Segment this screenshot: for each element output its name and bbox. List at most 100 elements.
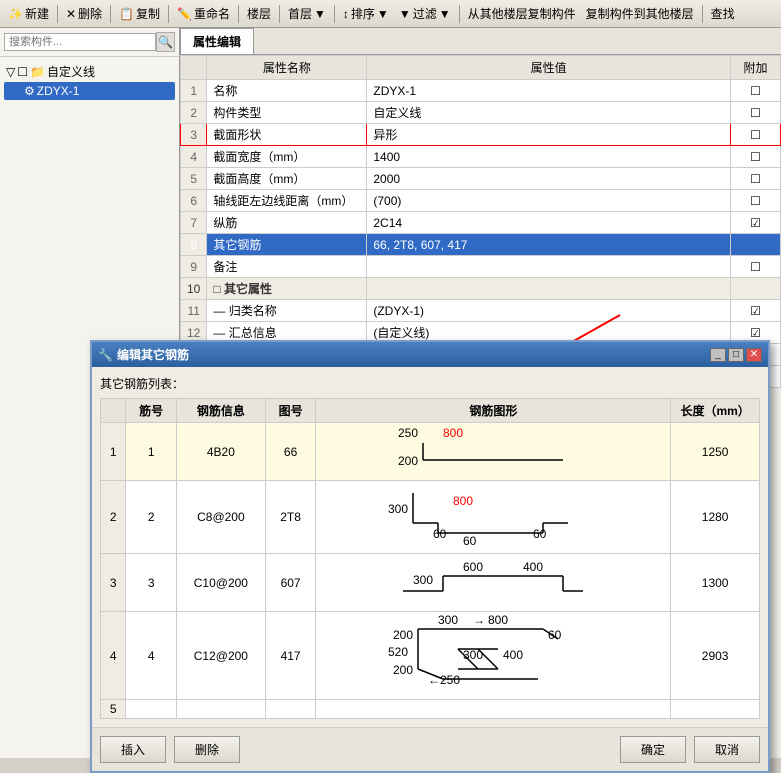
footer-left-buttons: 插入 删除 [100, 736, 240, 763]
filter-button[interactable]: ▼ 过滤 ▼ [395, 3, 455, 24]
svg-text:→: → [473, 613, 485, 627]
rebar-table-row[interactable]: 33C10@200607 300 600 400 1300 [101, 554, 760, 612]
sort-button[interactable]: ↕ 排序 ▼ [339, 3, 393, 24]
row-number: 9 [181, 256, 207, 278]
property-table: 属性名称 属性值 附加 1名称ZDYX-1☐2构件类型自定义线☐3截面形状异形☐… [180, 55, 781, 388]
dialog-titlebar: 🔧 编辑其它钢筋 _ □ ✕ [92, 342, 768, 367]
prop-table-row[interactable]: 5截面高度（mm）2000☐ [181, 168, 781, 190]
dialog-close-button[interactable]: ✕ [746, 348, 762, 362]
row-attach-checkbox[interactable] [731, 234, 781, 256]
dialog-maximize-button[interactable]: □ [728, 348, 744, 362]
row-attach-checkbox[interactable]: ☐ [731, 190, 781, 212]
row-attach-checkbox[interactable]: ☐ [731, 124, 781, 146]
prop-table-row[interactable]: 11 — 归类名称(ZDYX-1)☑ [181, 300, 781, 322]
row-attach-checkbox[interactable]: ☐ [731, 256, 781, 278]
row-prop-value[interactable]: 自定义线 [367, 102, 731, 124]
rebar-table-row[interactable]: 114B2066 800 250 200 1250 [101, 423, 760, 481]
prop-table-row[interactable]: 2构件类型自定义线☐ [181, 102, 781, 124]
prop-table-row[interactable]: 9备注☐ [181, 256, 781, 278]
rebar-row-number: 5 [101, 700, 126, 719]
sort-icon: ↕ [343, 7, 349, 21]
row-prop-value[interactable]: (ZDYX-1) [367, 300, 731, 322]
copy-from-floor-button[interactable]: 从其他楼层复制构件 [464, 3, 580, 24]
prop-table-row[interactable]: 6轴线距左边线距离（mm）(700)☐ [181, 190, 781, 212]
sep3 [168, 5, 169, 23]
find-button[interactable]: 查找 [707, 3, 739, 24]
prop-table-row[interactable]: 10□ 其它属性 [181, 278, 781, 300]
rebar-info: C10@200 [177, 554, 266, 612]
delete-rebar-button[interactable]: 删除 [174, 736, 240, 763]
row-attach-checkbox[interactable]: ☑ [731, 212, 781, 234]
rebar-table-row[interactable]: 44C12@200417 300 → 800 200 60 520 300 40… [101, 612, 760, 700]
rebar-col-shape-header: 钢筋图形 [316, 399, 671, 423]
rebar-jinhao: 1 [126, 423, 177, 481]
edit-rebar-dialog: 🔧 编辑其它钢筋 _ □ ✕ 其它钢筋列表： 筋号 钢筋信息 图号 钢筋图形 长… [90, 340, 770, 773]
rebar-tuhao: 66 [265, 423, 316, 481]
row-prop-value[interactable]: 66, 2T8, 607, 417 [367, 234, 731, 256]
confirm-button[interactable]: 确定 [620, 736, 686, 763]
search-input[interactable] [4, 33, 156, 51]
search-button[interactable]: 🔍 [156, 32, 175, 52]
row-prop-value[interactable]: (700) [367, 190, 731, 212]
svg-text:60: 60 [548, 628, 562, 642]
prop-table-row[interactable]: 7纵筋2C14☑ [181, 212, 781, 234]
row-attach-checkbox[interactable]: ☐ [731, 168, 781, 190]
row-prop-value[interactable]: 1400 [367, 146, 731, 168]
rebar-col-info-header: 钢筋信息 [177, 399, 266, 423]
copy-to-floor-button[interactable]: 复制构件到其他楼层 [582, 3, 698, 24]
row-prop-value[interactable]: 异形 [367, 124, 731, 146]
rebar-table-row[interactable]: 5 [101, 700, 760, 719]
rename-button[interactable]: ✏️ 重命名 [173, 3, 234, 24]
rebar-jinhao: 4 [126, 612, 177, 700]
cancel-button[interactable]: 取消 [694, 736, 760, 763]
prop-table-row[interactable]: 1名称ZDYX-1☐ [181, 80, 781, 102]
rebar-tuhao: 2T8 [265, 481, 316, 554]
copy-button[interactable]: 📋 复制 [115, 3, 164, 24]
rebar-row-number: 4 [101, 612, 126, 700]
row-number: 1 [181, 80, 207, 102]
prop-table-row[interactable]: 3截面形状异形☐ [181, 124, 781, 146]
row-number: 10 [181, 278, 207, 300]
svg-text:520: 520 [388, 645, 408, 659]
rebar-row-number: 3 [101, 554, 126, 612]
row-attach-checkbox[interactable] [731, 278, 781, 300]
row-attach-checkbox[interactable]: ☐ [731, 80, 781, 102]
row-prop-name: 构件类型 [207, 102, 367, 124]
tree-folder-icon: 📁 [30, 65, 45, 79]
rebar-row-number: 1 [101, 423, 126, 481]
copy-icon: 📋 [119, 7, 134, 21]
svg-text:800: 800 [488, 613, 508, 627]
tree-expand-icon: ▽ [6, 65, 15, 79]
floor-button[interactable]: 楼层 [243, 3, 275, 24]
row-prop-value[interactable]: 2C14 [367, 212, 731, 234]
rebar-row-number: 2 [101, 481, 126, 554]
rebar-table-row[interactable]: 22C8@2002T8 300 800 60 60 60 1280 [101, 481, 760, 554]
rebar-info: C8@200 [177, 481, 266, 554]
row-attach-checkbox[interactable]: ☐ [731, 146, 781, 168]
row-prop-value[interactable]: 2000 [367, 168, 731, 190]
insert-button[interactable]: 插入 [100, 736, 166, 763]
delete-button[interactable]: ✕ 删除 [62, 3, 106, 24]
rebar-length: 1250 [671, 423, 760, 481]
rebar-jinhao: 3 [126, 554, 177, 612]
prop-table-row[interactable]: 4截面宽度（mm）1400☐ [181, 146, 781, 168]
floor-select-button[interactable]: 首层 ▼ [284, 3, 330, 24]
new-button[interactable]: ✨ 新建 [4, 3, 53, 24]
row-prop-value[interactable]: ZDYX-1 [367, 80, 731, 102]
tree-child-item[interactable]: ⚙ ZDYX-1 [4, 82, 175, 100]
row-attach-checkbox[interactable]: ☑ [731, 300, 781, 322]
svg-text:60: 60 [533, 527, 547, 541]
tab-property-edit[interactable]: 属性编辑 [180, 28, 254, 54]
row-attach-checkbox[interactable]: ☐ [731, 102, 781, 124]
svg-text:600: 600 [463, 560, 483, 574]
sep1 [57, 5, 58, 23]
row-prop-value[interactable] [367, 256, 731, 278]
rebar-length [671, 700, 760, 719]
row-number: 5 [181, 168, 207, 190]
row-prop-name: □ 其它属性 [207, 278, 367, 300]
tree-root-item[interactable]: ▽ ☐ 📁 自定义线 [4, 61, 175, 82]
row-prop-value[interactable] [367, 278, 731, 300]
prop-table-row[interactable]: 8其它钢筋66, 2T8, 607, 417 [181, 234, 781, 256]
dialog-minimize-button[interactable]: _ [710, 348, 726, 362]
new-icon: ✨ [8, 7, 23, 21]
